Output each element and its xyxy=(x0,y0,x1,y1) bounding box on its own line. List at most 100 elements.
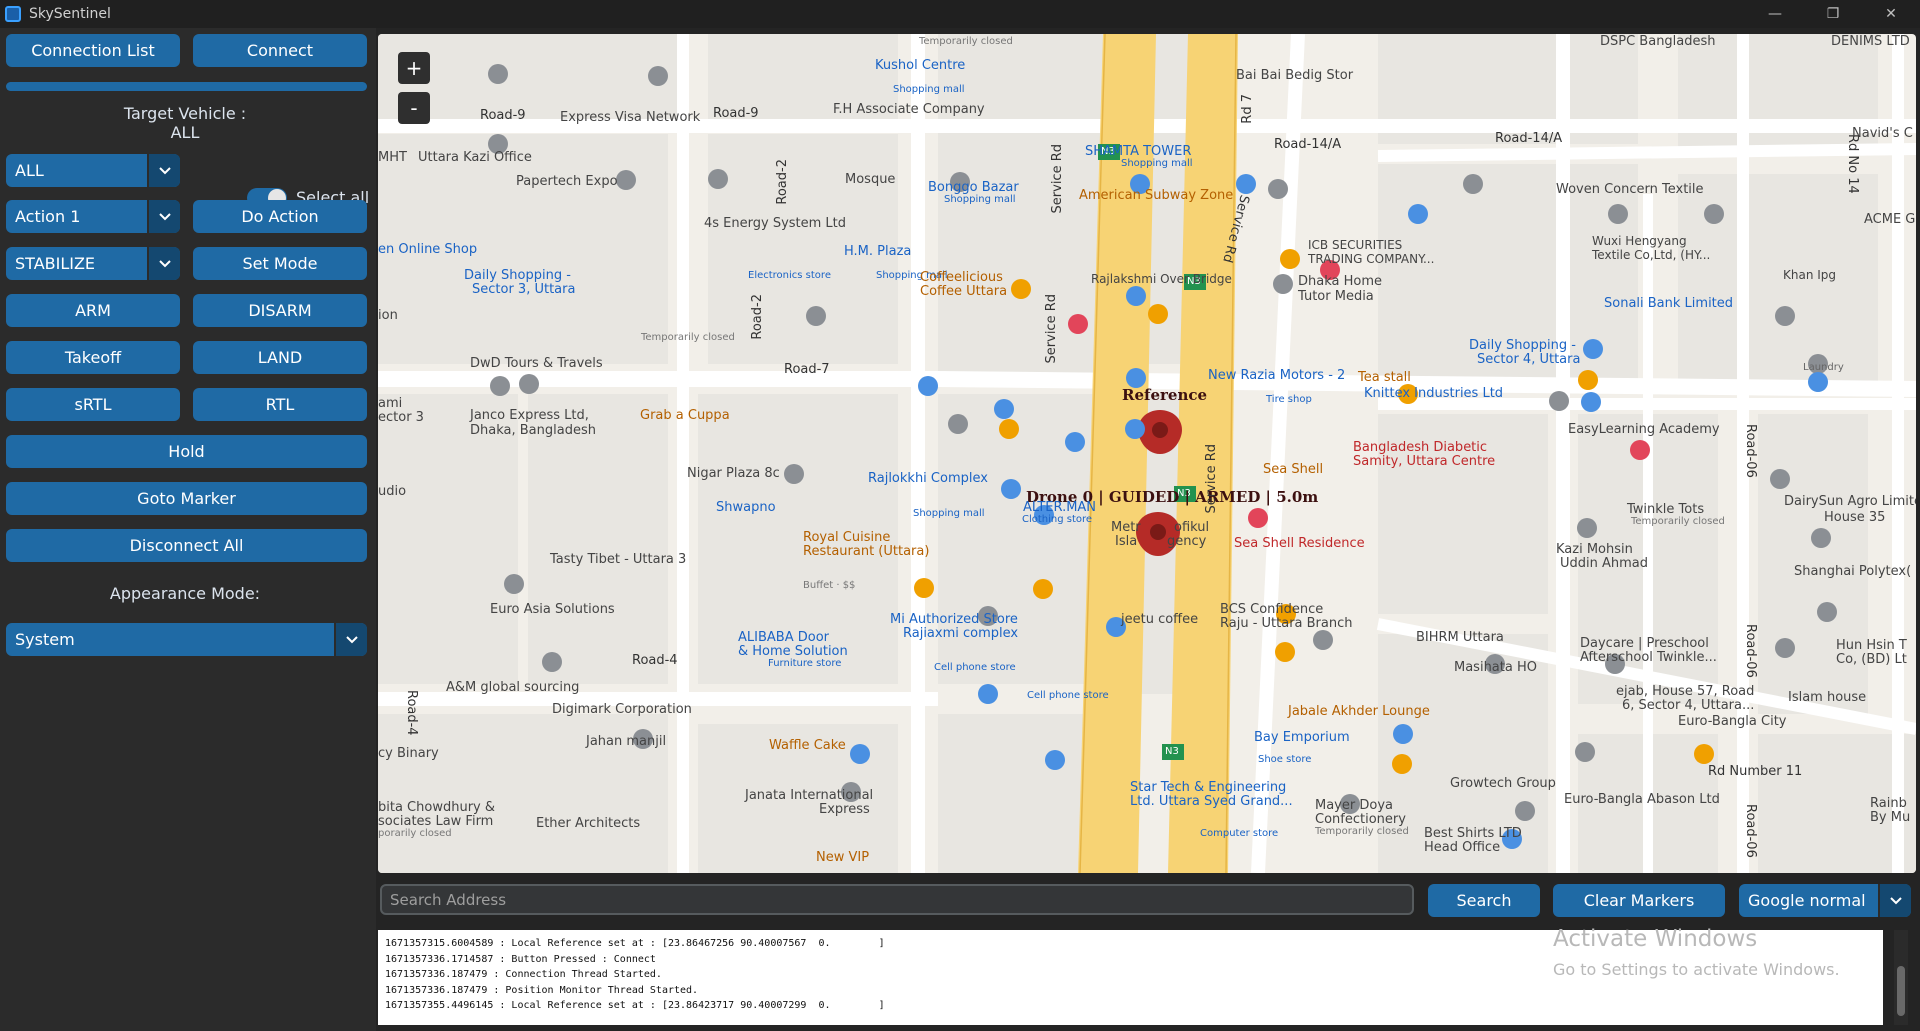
log-scrollbar[interactable] xyxy=(1894,930,1908,1025)
poi-label: Mosque xyxy=(845,172,896,187)
poi-label: Bonggo Bazar xyxy=(928,180,1019,195)
poi-label: Nigar Plaza 8c xyxy=(687,466,780,481)
poi-label: Samity, Uttara Centre xyxy=(1353,454,1496,469)
poi-label: Tire shop xyxy=(1266,394,1312,405)
poi-label: Buffet · $$ xyxy=(803,580,856,591)
poi-label: Digimark Corporation xyxy=(552,702,692,717)
rtl-button[interactable]: RTL xyxy=(193,388,367,421)
disarm-button[interactable]: DISARM xyxy=(193,294,367,327)
poi-label: Daily Shopping - xyxy=(464,268,571,283)
road-label: Rd No 14 xyxy=(1845,134,1860,194)
vehicle-select-value: ALL xyxy=(15,161,44,180)
chevron-down-icon[interactable] xyxy=(147,154,180,187)
poi-label: Twinkle Tots xyxy=(1627,502,1705,517)
poi-label: Star Tech & Engineering xyxy=(1130,780,1287,795)
poi-label: Temporarily closed xyxy=(1631,516,1725,527)
poi-label: Jabale Akhder Lounge xyxy=(1288,704,1430,719)
do-action-button[interactable]: Do Action xyxy=(193,200,367,233)
poi-label: Uttara Kazi Office xyxy=(418,150,532,165)
land-button[interactable]: LAND xyxy=(193,341,367,374)
poi-label: Coffeelicious xyxy=(920,270,1003,285)
zoom-out-button[interactable]: - xyxy=(398,92,430,124)
poi-label: BIHRM Uttara xyxy=(1416,630,1504,645)
poi-label: EasyLearning Academy xyxy=(1568,422,1720,437)
poi-label: SHAMTA TOWER xyxy=(1085,144,1192,159)
minimize-button[interactable]: — xyxy=(1746,0,1804,28)
poi-label: Euro-Bangla City xyxy=(1678,714,1787,729)
poi-label: Restaurant (Uttara) xyxy=(803,544,930,559)
poi-label: Daycare | Preschool xyxy=(1580,636,1709,651)
title-bar: SkySentinel — ❐ ✕ xyxy=(0,0,1920,28)
poi-label: BCS Confidence xyxy=(1220,602,1324,617)
target-vehicle-value: ALL xyxy=(170,123,200,142)
poi-label: bita Chowdhury & xyxy=(378,800,495,815)
poi-label: H.M. Plaza xyxy=(844,244,912,259)
reference-label: Reference xyxy=(1122,386,1208,404)
poi-label: Bai Bai Bedig Stor xyxy=(1236,68,1354,83)
close-button[interactable]: ✕ xyxy=(1862,0,1920,28)
poi-label: & Home Solution xyxy=(738,644,848,659)
poi-label: porarily closed xyxy=(378,828,452,839)
target-vehicle-label: Target Vehicle : xyxy=(123,104,247,123)
poi-label: Shwapno xyxy=(716,500,776,515)
poi-label: Raju - Uttara Branch xyxy=(1220,616,1353,631)
search-address-input[interactable]: Search Address xyxy=(380,884,1414,915)
poi-label: Daily Shopping - xyxy=(1469,338,1576,353)
chevron-down-icon[interactable] xyxy=(147,247,180,280)
poi-label: Metr xyxy=(1111,520,1141,535)
road-label: Road-9 xyxy=(480,108,526,123)
set-mode-button[interactable]: Set Mode xyxy=(193,247,367,280)
vehicle-select[interactable]: ALL xyxy=(6,154,180,187)
zoom-in-button[interactable]: + xyxy=(398,52,430,84)
activation-watermark-title: Activate Windows xyxy=(1553,926,1758,952)
road-label: Road-9 xyxy=(713,106,759,121)
poi-label: Sea Shell xyxy=(1263,462,1324,477)
poi-label: Janco Express Ltd, xyxy=(470,408,589,423)
action-select-value: Action 1 xyxy=(15,207,81,226)
chevron-down-icon[interactable] xyxy=(1878,884,1911,917)
poi-label: ofikul xyxy=(1174,520,1210,535)
poi-label: Best Shirts LTD xyxy=(1424,826,1522,841)
poi-label: Co, (BD) Lt xyxy=(1836,652,1907,667)
connect-button[interactable]: Connect xyxy=(193,34,367,67)
goto-marker-button[interactable]: Goto Marker xyxy=(6,482,367,515)
poi-label: Euro Asia Solutions xyxy=(490,602,615,617)
poi-label: New VIP xyxy=(816,850,870,865)
poi-label: DwD Tours & Travels xyxy=(470,356,603,371)
connection-list-button[interactable]: Connection List xyxy=(6,34,180,67)
poi-label: Khan Ipg xyxy=(1783,268,1837,282)
map-type-select[interactable]: Google normal xyxy=(1739,884,1911,917)
poi-label: Growtech Group xyxy=(1450,776,1556,791)
appearance-mode-select[interactable]: System xyxy=(6,623,367,656)
srtl-button[interactable]: sRTL xyxy=(6,388,180,421)
poi-label: Clothing store xyxy=(1022,514,1093,525)
window-controls: — ❐ ✕ xyxy=(1746,0,1920,28)
road-label: Road-4 xyxy=(632,653,678,668)
search-button[interactable]: Search xyxy=(1428,884,1540,917)
chevron-down-icon[interactable] xyxy=(147,200,180,233)
poi-label: Shanghai Polytex( xyxy=(1794,564,1912,579)
action-select[interactable]: Action 1 xyxy=(6,200,180,233)
poi-label: Ltd. Uttara Syed Grand... xyxy=(1130,794,1293,809)
arm-button[interactable]: ARM xyxy=(6,294,180,327)
disconnect-all-button[interactable]: Disconnect All xyxy=(6,529,367,562)
mode-select[interactable]: STABILIZE xyxy=(6,247,180,280)
poi-label: Bangladesh Diabetic xyxy=(1353,440,1488,455)
scrollbar-thumb[interactable] xyxy=(1897,966,1905,1016)
map-view[interactable]: + - N3 N3 N3 N3 Reference Drone 0 | GUID… xyxy=(378,34,1916,873)
app-icon xyxy=(5,6,21,22)
maximize-button[interactable]: ❐ xyxy=(1804,0,1862,28)
mode-select-value: STABILIZE xyxy=(15,254,96,273)
road-label: Road-06 xyxy=(1743,804,1758,858)
poi-label: jeetu coffee xyxy=(1121,612,1199,627)
poi-label: Euro-Bangla Abason Ltd xyxy=(1564,792,1720,807)
poi-label: Laundry xyxy=(1803,362,1844,373)
poi-label: ALIBABA Door xyxy=(738,630,829,645)
progress-bar xyxy=(6,82,367,91)
hold-button[interactable]: Hold xyxy=(6,435,367,468)
log-line: 1671357336.187479 : Position Monitor Thr… xyxy=(385,984,699,996)
control-sidebar: Connection List Connect Target Vehicle :… xyxy=(0,28,376,1031)
chevron-down-icon[interactable] xyxy=(334,623,367,656)
takeoff-button[interactable]: Takeoff xyxy=(6,341,180,374)
clear-markers-button[interactable]: Clear Markers xyxy=(1553,884,1725,917)
